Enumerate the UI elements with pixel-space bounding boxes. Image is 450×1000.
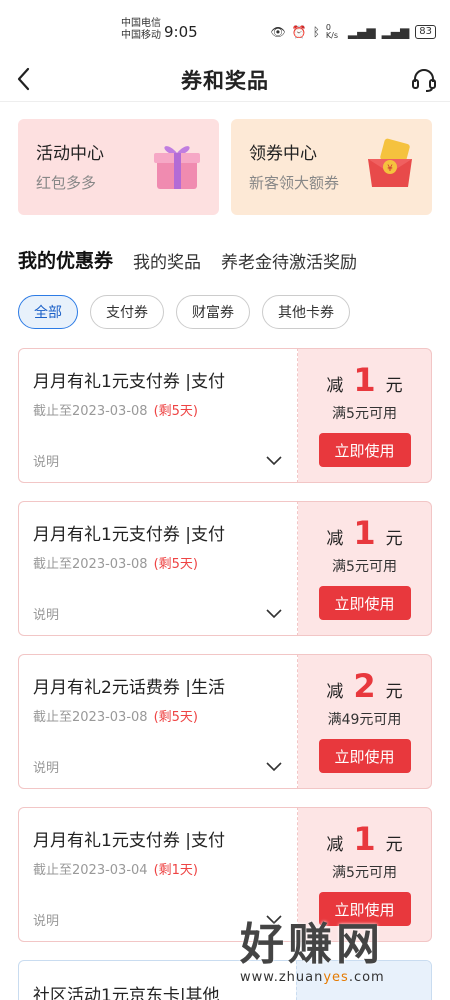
explain-label: 说明 xyxy=(33,914,60,929)
coupon-name: 月月有礼1元支付券 |支付 xyxy=(33,831,225,851)
coupon-card: 月月有礼1元支付券 |支付 截止至2023-03-08 (剩5天) 说明 减1元 … xyxy=(18,501,432,636)
watermark: 好赚网 www.zhuanyes.com xyxy=(240,920,450,1000)
usage-condition: 满5元可用 xyxy=(332,865,397,881)
battery-icon: 83 xyxy=(415,25,436,39)
chevron-down-icon[interactable] xyxy=(265,758,283,776)
coupon-name: 月月有礼1元支付券 |支付 xyxy=(33,372,225,392)
coupon-value: 减1元 满5元可用 立即使用 xyxy=(298,501,432,636)
filter-payment[interactable]: 支付券 xyxy=(90,295,164,329)
nav-bar: 券和奖品 xyxy=(0,60,450,102)
coupon-info: 月月有礼2元话费券 |生活 截止至2023-03-08 (剩5天) 说明 xyxy=(18,654,298,789)
discount-unit: 元 xyxy=(385,376,403,396)
activity-center-card[interactable]: 活动中心 红包多多 xyxy=(18,119,219,215)
coupon-info: 月月有礼1元支付券 |支付 截止至2023-03-08 (剩5天) 说明 xyxy=(18,501,298,636)
use-now-button[interactable]: 立即使用 xyxy=(318,586,411,620)
use-now-button[interactable]: 立即使用 xyxy=(318,739,411,773)
expiry-date: 截止至2023-03-08 xyxy=(33,557,148,572)
coupon-value: 减1元 满5元可用 立即使用 xyxy=(298,348,432,483)
coupon-expiry: 截止至2023-03-08 (剩5天) xyxy=(33,400,297,419)
expiry-date: 截止至2023-03-08 xyxy=(33,710,148,725)
discount-amount: 减1元 xyxy=(326,514,402,552)
coupon-info: 月月有礼1元支付券 |支付 截止至2023-03-08 (剩5天) 说明 xyxy=(18,348,298,483)
alarm-icon: ⏰ xyxy=(291,25,307,39)
discount-amount: 减1元 xyxy=(326,820,402,858)
discount-unit: 元 xyxy=(385,682,403,702)
expiry-date: 截止至2023-03-08 xyxy=(33,404,148,419)
days-remaining: (剩5天) xyxy=(153,557,198,572)
usage-condition: 满5元可用 xyxy=(332,559,397,575)
status-bar: 中国电信 中国移动 9:05 👁 ⏰ ᛒ 0 K/s ▂▄▆ ▂▄▆ 83 xyxy=(0,0,450,60)
filter-other[interactable]: 其他卡券 xyxy=(262,295,350,329)
discount-prefix: 减 xyxy=(326,682,344,702)
coupon-expiry: 截止至2023-03-08 (剩5天) xyxy=(33,706,297,725)
discount-prefix: 减 xyxy=(326,529,344,549)
watermark-url: www.zhuanyes.com xyxy=(240,970,450,985)
eye-icon: 👁 xyxy=(270,25,286,39)
days-remaining: (剩1天) xyxy=(153,863,198,878)
discount-number: 1 xyxy=(353,514,376,552)
coupon-card: 月月有礼2元话费券 |生活 截止至2023-03-08 (剩5天) 说明 减2元 … xyxy=(18,654,432,789)
coupon-value: 减2元 满49元可用 立即使用 xyxy=(298,654,432,789)
bluetooth-icon: ᛒ xyxy=(312,25,320,39)
tab-bar: 我的优惠券 我的奖品 养老金待激活奖励 xyxy=(0,241,450,281)
coupon-name: 月月有礼2元话费券 |生活 xyxy=(33,678,225,698)
usage-condition: 满49元可用 xyxy=(327,712,402,728)
discount-prefix: 减 xyxy=(326,376,344,396)
filter-chips: 全部 支付券 财富券 其他卡券 xyxy=(0,295,450,329)
carrier-2: 中国移动 xyxy=(121,30,161,41)
red-envelope-icon: ¥ xyxy=(368,138,412,187)
watermark-url-suffix: .com xyxy=(348,970,385,985)
watermark-url-highlight: yes xyxy=(323,970,349,985)
svg-text:¥: ¥ xyxy=(387,164,393,174)
filter-all[interactable]: 全部 xyxy=(18,295,78,329)
filter-wealth[interactable]: 财富券 xyxy=(176,295,250,329)
gift-box-icon xyxy=(154,146,200,189)
tab-my-prizes[interactable]: 我的奖品 xyxy=(133,248,201,281)
watermark-url-prefix: www.zhuan xyxy=(240,970,324,985)
explain-label: 说明 xyxy=(33,455,60,470)
signal-icon: ▂▄▆ xyxy=(347,25,376,39)
discount-number: 1 xyxy=(353,361,376,399)
expiry-date: 截止至2023-03-04 xyxy=(33,863,148,878)
coupon-center-card[interactable]: 领券中心 新客领大额券 ¥ xyxy=(231,119,432,215)
chevron-down-icon[interactable] xyxy=(265,452,283,470)
explain-label: 说明 xyxy=(33,608,60,623)
usage-condition: 满5元可用 xyxy=(332,406,397,422)
signal-icon-2: ▂▄▆ xyxy=(381,25,410,39)
coupon-name: 月月有礼1元支付券 |支付 xyxy=(33,525,225,545)
clock: 9:05 xyxy=(164,23,198,41)
coupon-card: 月月有礼1元支付券 |支付 截止至2023-03-08 (剩5天) 说明 减1元 … xyxy=(18,348,432,483)
coupon-expiry: 截止至2023-03-04 (剩1天) xyxy=(33,859,297,878)
coupon-expiry: 截止至2023-03-08 (剩5天) xyxy=(33,553,297,572)
days-remaining: (剩5天) xyxy=(153,404,198,419)
carrier-1: 中国电信 xyxy=(121,18,161,29)
coupon-list: 月月有礼1元支付券 |支付 截止至2023-03-08 (剩5天) 说明 减1元 … xyxy=(0,348,450,1000)
discount-unit: 元 xyxy=(385,529,403,549)
carrier-info: 中国电信 中国移动 xyxy=(121,18,161,42)
discount-amount: 减1元 xyxy=(326,361,402,399)
speed-label: 0 K/s xyxy=(325,23,338,40)
discount-prefix: 减 xyxy=(326,835,344,855)
watermark-logo: 好赚网 xyxy=(240,919,384,970)
tab-pension-rewards[interactable]: 养老金待激活奖励 xyxy=(221,248,357,281)
page-title: 券和奖品 xyxy=(181,69,269,93)
chevron-down-icon[interactable] xyxy=(265,605,283,623)
discount-number: 2 xyxy=(353,667,376,705)
use-now-button[interactable]: 立即使用 xyxy=(318,433,411,467)
headset-icon[interactable] xyxy=(410,66,438,94)
tab-my-coupons[interactable]: 我的优惠券 xyxy=(18,246,113,281)
days-remaining: (剩5天) xyxy=(153,710,198,725)
discount-amount: 减2元 xyxy=(326,667,402,705)
promo-cards: 活动中心 红包多多 领券中心 新客领大额券 ¥ xyxy=(0,102,450,215)
status-icons: 👁 ⏰ ᛒ 0 K/s ▂▄▆ ▂▄▆ 83 xyxy=(270,23,436,40)
discount-unit: 元 xyxy=(385,835,403,855)
discount-number: 1 xyxy=(353,820,376,858)
explain-label: 说明 xyxy=(33,761,60,776)
